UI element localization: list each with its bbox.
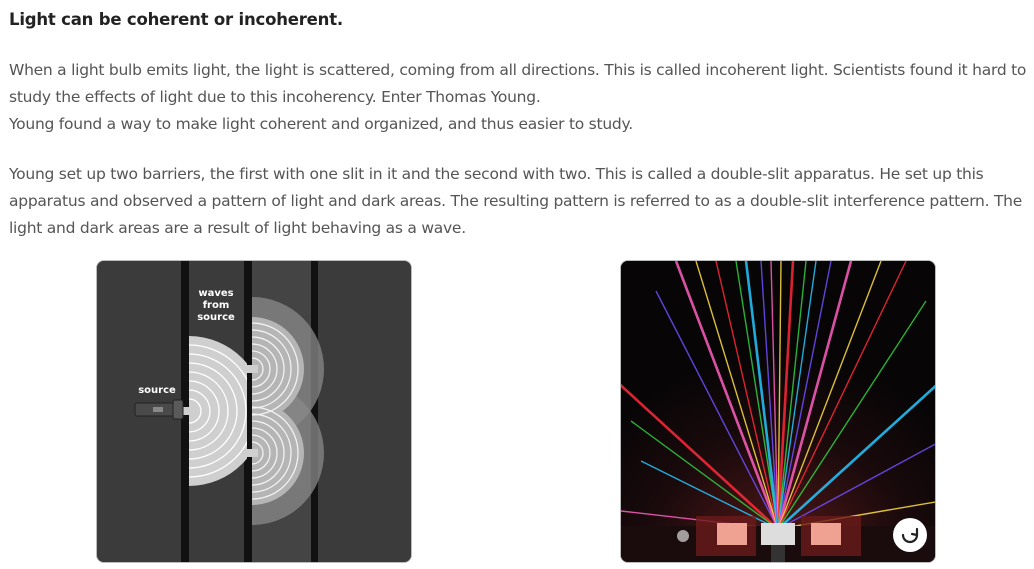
waves-label: from [203,300,230,311]
source-label: source [138,385,176,396]
section-heading: Light can be coherent or incoherent. [9,10,343,29]
paragraph-line: When a light bulb emits light, the light… [9,61,1027,79]
double-slit-diagram: waves from source source [96,260,412,563]
paragraph-line: light and dark areas are a result of lig… [9,219,466,237]
laser-beams-svg [621,261,935,562]
waves-label: source [197,312,235,323]
double-slit-diagram-svg: waves from source source [97,261,411,562]
laser-beams-photo [620,260,936,563]
waves-label: waves [198,288,233,299]
paragraph-line: apparatus and observed a pattern of ligh… [9,192,1023,210]
screen-line [311,261,318,562]
slit-top [244,365,258,373]
paragraph-double-slit: Young set up two barriers, the first wit… [9,161,1027,242]
slit-bottom [244,449,258,457]
paragraph-line: study the effects of light due to this i… [9,88,541,106]
paragraph-incoherent-light: When a light bulb emits light, the light… [9,57,1027,138]
paragraph-line: Young found a way to make light coherent… [9,115,633,133]
replay-button[interactable] [893,518,927,552]
paragraph-line: Young set up two barriers, the first wit… [9,165,984,183]
replay-icon [901,527,919,544]
flashlight-icon [134,399,184,420]
